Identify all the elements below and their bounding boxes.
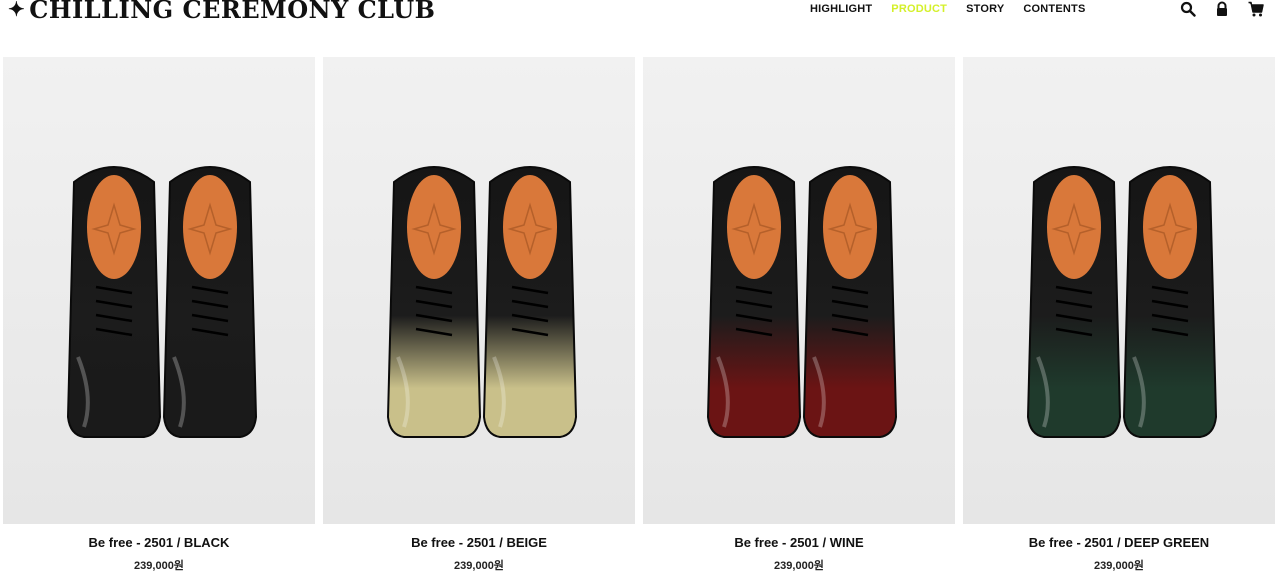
cart-icon[interactable] <box>1248 1 1264 17</box>
product-name[interactable]: Be free - 2501 / WINE <box>643 535 955 550</box>
nav-contents[interactable]: CONTENTS <box>1023 3 1085 15</box>
nav-highlight[interactable]: HIGHLIGHT <box>810 3 872 15</box>
product-grid: Be free - 2501 / BLACK 239,000원 Be free … <box>3 57 1275 573</box>
shoe-pair-image <box>386 166 578 438</box>
product-price: 239,000원 <box>134 560 184 572</box>
nav-story[interactable]: STORY <box>966 3 1004 15</box>
shoe-pair-image <box>66 166 258 438</box>
product-name[interactable]: Be free - 2501 / BEIGE <box>323 535 635 550</box>
lock-icon[interactable] <box>1214 1 1230 17</box>
product-card[interactable]: Be free - 2501 / BEIGE 239,000원 <box>323 57 635 573</box>
shoe-pair-image <box>706 166 898 438</box>
product-photo[interactable] <box>963 57 1275 524</box>
product-card[interactable]: Be free - 2501 / WINE 239,000원 <box>643 57 955 573</box>
brand-star-icon: ✦ <box>8 0 26 21</box>
main-nav: HIGHLIGHT PRODUCT STORY CONTENTS <box>810 3 1086 15</box>
brand-name: CHILLING CEREMONY CLUB <box>29 0 436 24</box>
product-photo[interactable] <box>323 57 635 524</box>
nav-product[interactable]: PRODUCT <box>891 3 947 15</box>
brand-logo[interactable]: ✦ CHILLING CEREMONY CLUB <box>8 0 435 24</box>
product-photo[interactable] <box>643 57 955 524</box>
product-card[interactable]: Be free - 2501 / BLACK 239,000원 <box>3 57 315 573</box>
product-price: 239,000원 <box>454 560 504 572</box>
site-header: ✦ CHILLING CEREMONY CLUB HIGHLIGHT PRODU… <box>0 0 1280 40</box>
product-price: 239,000원 <box>774 560 824 572</box>
product-price: 239,000원 <box>1094 560 1144 572</box>
product-name[interactable]: Be free - 2501 / BLACK <box>3 535 315 550</box>
product-photo[interactable] <box>3 57 315 524</box>
search-icon[interactable] <box>1180 1 1196 17</box>
shoe-pair-image <box>1026 166 1218 438</box>
product-name[interactable]: Be free - 2501 / DEEP GREEN <box>963 535 1275 550</box>
product-card[interactable]: Be free - 2501 / DEEP GREEN 239,000원 <box>963 57 1275 573</box>
header-icons <box>1180 1 1264 17</box>
